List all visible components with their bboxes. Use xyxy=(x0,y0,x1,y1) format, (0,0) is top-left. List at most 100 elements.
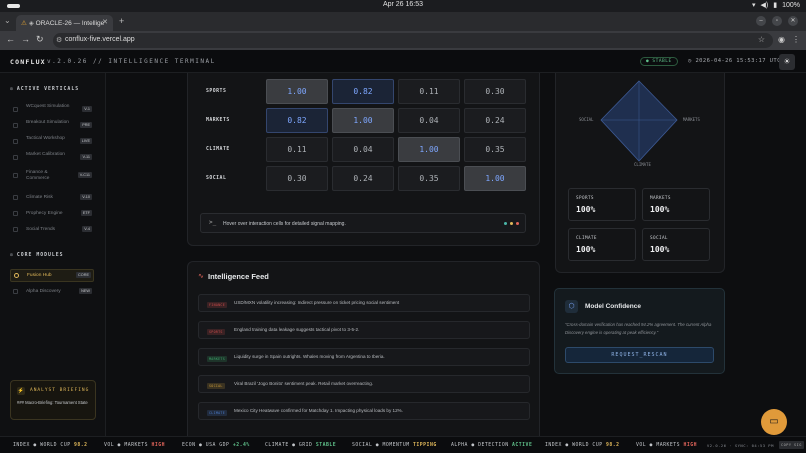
minimize-icon[interactable]: – xyxy=(756,16,766,26)
ticker-item: ALPHA ● DETECTION ACTIVE xyxy=(451,443,532,448)
sidebar-item-badge: V-10 xyxy=(80,194,92,200)
ticker-label: ALPHA ● DETECTION xyxy=(451,443,509,448)
sidebar-item-label: Climate Risk xyxy=(26,195,53,200)
feed-item-text: USD/MXN volatility increasing: Indirect … xyxy=(234,300,400,305)
sidebar-item-module[interactable]: Alpha Discovery NEW xyxy=(10,286,94,299)
brand-logo[interactable]: CONFLUX xyxy=(10,58,46,66)
matrix-row-label: SPORTS xyxy=(206,89,227,94)
terminal-prompt-icon: >_ xyxy=(209,219,217,226)
chat-bubble-icon[interactable]: ▭ xyxy=(761,409,787,435)
matrix-cell[interactable]: 0.04 xyxy=(332,137,394,162)
close-tab-icon[interactable]: ✕ xyxy=(102,18,108,26)
sidebar-item-label: Fusion Hub xyxy=(27,273,52,278)
feed-item[interactable]: SOCIAL Viral Brazil 'Jogo Bonito' sentime… xyxy=(198,375,530,393)
matrix-cell[interactable]: 1.00 xyxy=(332,108,394,133)
tab-list-chevron-icon[interactable]: ⌄ xyxy=(4,16,11,25)
request-rescan-button[interactable]: REQUEST_RESCAN xyxy=(565,347,714,363)
matrix-cell[interactable]: 0.35 xyxy=(464,137,526,162)
site-info-icon[interactable]: ⚙ xyxy=(56,36,62,44)
sidebar-item-vertical[interactable]: Climate Risk V-10 xyxy=(10,192,94,204)
sidebar-item-badge: LIVE xyxy=(79,138,92,144)
ticker-value: HIGH xyxy=(683,443,697,448)
sidebar-item-vertical[interactable]: Market Calibration V-11 xyxy=(10,152,94,164)
radar-label-social: SOCIAL xyxy=(579,117,594,122)
market-ticker: INDEX ● WORLD CUP 98.2 VOL ● MARKETS HIGH… xyxy=(0,436,806,453)
sidebar-item-label: Finance & Commerce xyxy=(26,170,50,181)
matrix-cell[interactable]: 0.82 xyxy=(332,79,394,104)
module-icon xyxy=(13,289,18,294)
briefing-title: ANALYST BRIEFING xyxy=(30,388,90,393)
feed-item[interactable]: FINANCE USD/MXN volatility increasing: In… xyxy=(198,294,530,312)
close-window-icon[interactable]: ✕ xyxy=(788,16,798,26)
sidebar-item-vertical[interactable]: WCquest Simulation V-1 xyxy=(10,104,94,116)
os-clock[interactable]: Apr 26 16:53 xyxy=(0,1,806,8)
favicon-icon: ◈ xyxy=(28,20,36,27)
sidebar-item-vertical[interactable]: Social Trends V-4 xyxy=(10,224,94,236)
warning-icon: ⚠ xyxy=(21,20,27,27)
forward-icon[interactable]: → xyxy=(21,34,30,44)
feed-tag-badge: SOCIAL xyxy=(207,383,225,389)
sidebar-item-vertical[interactable]: Tactical Workshop LIVE xyxy=(10,136,94,148)
copy-signal-badge[interactable]: COPY SIG xyxy=(779,441,804,449)
matrix-cell[interactable]: 0.82 xyxy=(266,108,328,133)
ticker-value: 98.2 xyxy=(606,443,620,448)
matrix-cell[interactable]: 0.30 xyxy=(464,79,526,104)
feed-item-text: Mexico City Heatwave confirmed for Match… xyxy=(234,408,404,413)
feed-item[interactable]: SPORTS England training data leakage sugg… xyxy=(198,321,530,339)
maximize-icon[interactable]: ▫ xyxy=(772,16,782,26)
briefing-text: ### Macro-Briefing: Tournament State xyxy=(17,400,88,405)
profile-icon[interactable]: ◉ xyxy=(778,35,785,44)
matrix-cell[interactable]: 1.00 xyxy=(266,79,328,104)
browser-tab[interactable]: ⚠ ◈ ORACLE-26 — Intellige ✕ xyxy=(16,15,113,31)
ticker-value: +2.4% xyxy=(232,443,250,448)
ticker-item: SOCIAL ● MOMENTUM TIPPING xyxy=(352,443,437,448)
feed-tag-badge: FINANCE xyxy=(207,302,227,308)
app-header: CONFLUX v.2.0.26 // INTELLIGENCE TERMINA… xyxy=(0,50,806,73)
sidebar-item-module[interactable]: Fusion Hub CORE xyxy=(10,269,94,282)
stat-label: CLIMATE xyxy=(576,236,597,241)
stat-label: SOCIAL xyxy=(650,236,668,241)
vertical-icon xyxy=(13,173,18,178)
battery-icon: ▮ xyxy=(773,2,778,9)
ticker-label: VOL ● MARKETS xyxy=(104,443,149,448)
vertical-icon xyxy=(13,211,18,216)
feed-item[interactable]: CLIMATE Mexico City Heatwave confirmed fo… xyxy=(198,402,530,420)
matrix-cell[interactable]: 0.24 xyxy=(464,108,526,133)
matrix-cell[interactable]: 0.04 xyxy=(398,108,460,133)
url-field[interactable]: ⚙ conflux-five.vercel.app ☆ xyxy=(53,33,773,48)
matrix-cell[interactable]: 1.00 xyxy=(398,137,460,162)
vertical-icon xyxy=(13,123,18,128)
status-text: STABLE xyxy=(652,59,672,64)
sidebar-item-badge: PRE xyxy=(80,122,92,128)
feed-tag-badge: SPORTS xyxy=(207,329,225,335)
sync-status: V2.0.26 · SYNC: 04:53 PM xyxy=(707,443,774,448)
feed-tag-badge: MARKETS xyxy=(207,356,227,362)
analyst-briefing-card[interactable]: ⚡ ANALYST BRIEFING ### Macro-Briefing: T… xyxy=(10,380,96,420)
console-status-dots xyxy=(504,222,519,225)
back-icon[interactable]: ← xyxy=(6,34,15,44)
feed-item[interactable]: MARKETS Liquidity surge in Spain outright… xyxy=(198,348,530,366)
sidebar-item-vertical[interactable]: Finance & Commerce V-C11 xyxy=(10,170,94,182)
matrix-cell[interactable]: 0.30 xyxy=(266,166,328,191)
matrix-cell[interactable]: 0.35 xyxy=(398,166,460,191)
tab-title: ORACLE-26 — Intellige xyxy=(35,20,105,27)
feed-tag-badge: CLIMATE xyxy=(207,410,227,416)
bookmark-star-icon[interactable]: ☆ xyxy=(758,35,765,44)
matrix-cell[interactable]: 1.00 xyxy=(464,166,526,191)
sidebar-item-label: Tactical Workshop xyxy=(26,136,65,141)
matrix-row-label: SOCIAL xyxy=(206,176,227,181)
theme-toggle-sun-icon[interactable]: ☀ xyxy=(779,54,795,70)
matrix-cell[interactable]: 0.11 xyxy=(398,79,460,104)
matrix-cell[interactable]: 0.11 xyxy=(266,137,328,162)
matrix-cell[interactable]: 0.24 xyxy=(332,166,394,191)
browser-menu-icon[interactable]: ⋮ xyxy=(792,35,800,44)
sidebar-item-badge: V-1 xyxy=(82,106,92,112)
reload-icon[interactable]: ↻ xyxy=(36,34,44,45)
new-tab-icon[interactable]: + xyxy=(119,16,124,26)
timestamp: 2026-04-26 15:53:17 UTC xyxy=(695,58,781,64)
system-tray[interactable]: ▾ ◀) ▮ 100% xyxy=(752,1,800,10)
sidebar-item-vertical[interactable]: Prophecy Engine ETF xyxy=(10,208,94,220)
sidebar-item-vertical[interactable]: Breakout Simulation PRE xyxy=(10,120,94,132)
core-modules-heading: ◎ CORE MODULES xyxy=(10,253,64,258)
domain-stat-card: CLIMATE 100% xyxy=(568,228,636,261)
